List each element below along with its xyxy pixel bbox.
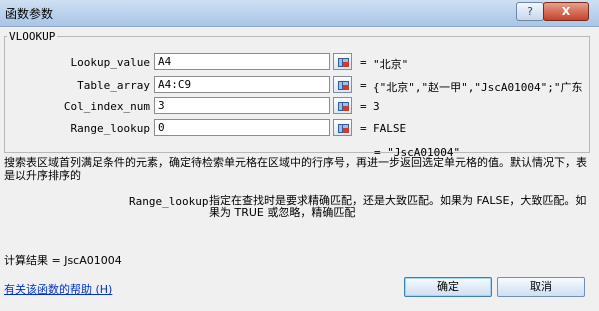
- table-array-result: {"北京","赵一甲","JscA01004";"广东: [373, 81, 583, 94]
- selected-arg-name: Range_lookup: [129, 195, 209, 208]
- equals-sign: =: [360, 100, 367, 113]
- help-icon: ?: [527, 5, 533, 18]
- arg-label-range-lookup: Range_lookup: [70, 122, 150, 135]
- calculation-result: 计算结果 = JscA01004: [4, 254, 122, 267]
- col-index-num-collapse-button[interactable]: [333, 97, 352, 114]
- lookup-value-collapse-button[interactable]: [333, 53, 352, 70]
- table-array-collapse-button[interactable]: [333, 76, 352, 93]
- function-name-label: VLOOKUP: [7, 30, 58, 43]
- close-icon: X: [561, 5, 571, 18]
- range-lookup-result: FALSE: [373, 122, 407, 135]
- arg-label-col-index-num: Col_index_num: [63, 100, 150, 113]
- close-button[interactable]: X: [543, 2, 589, 21]
- equals-sign: =: [360, 79, 367, 92]
- function-help-link[interactable]: 有关该函数的帮助 (H): [4, 281, 112, 297]
- lookup-value-input[interactable]: A4: [154, 53, 330, 70]
- arg-label-table-array: Table_array: [77, 79, 150, 92]
- equals-sign: =: [360, 122, 367, 135]
- cancel-button[interactable]: 取消: [497, 277, 585, 297]
- col-index-num-result: 3: [373, 100, 380, 113]
- lookup-value-result: "北京": [373, 58, 409, 71]
- table-array-input[interactable]: A4:C9: [154, 76, 330, 93]
- col-index-num-input[interactable]: 3: [154, 97, 330, 114]
- help-button[interactable]: ?: [516, 2, 544, 21]
- selected-arg-description: 指定在查找时是要求精确匹配，还是大致匹配。如果为 FALSE，大致匹配。如果为 …: [209, 194, 587, 219]
- ok-button[interactable]: 确定: [404, 277, 492, 297]
- title-bar: 函数参数 ? X: [0, 0, 599, 27]
- arg-label-lookup-value: Lookup_value: [70, 56, 150, 69]
- range-lookup-collapse-button[interactable]: [333, 119, 352, 136]
- equals-sign: =: [360, 56, 367, 69]
- dialog-title: 函数参数: [5, 7, 54, 21]
- function-description: 搜索表区域首列满足条件的元素，确定待检索单元格在区域中的行序号，再进一步返回选定…: [4, 156, 587, 182]
- range-lookup-input[interactable]: 0: [154, 119, 330, 136]
